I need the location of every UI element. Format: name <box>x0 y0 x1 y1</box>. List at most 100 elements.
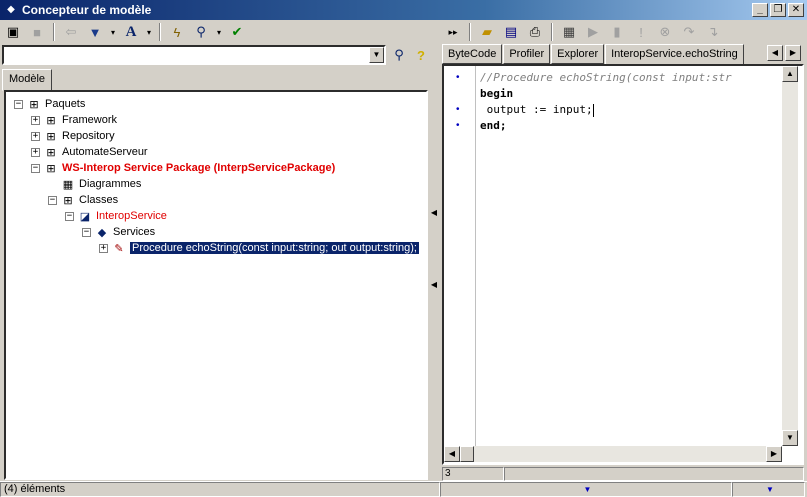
lightning-icon[interactable]: ϟ <box>166 22 188 42</box>
code-editor[interactable]: • • • //Procedure echoString(const input:s… <box>442 64 804 465</box>
collapse-icon[interactable]: − <box>14 99 23 109</box>
breakpoint-dot-icon[interactable]: • <box>456 121 462 131</box>
search-dropdown-icon[interactable]: ▾ <box>214 22 224 42</box>
compile-icon[interactable]: ▦ <box>558 22 580 42</box>
package-icon: ⊞ <box>46 130 56 143</box>
tab-interopservice-echostring[interactable]: InteropService.echoString <box>605 44 744 66</box>
editor-status-bar: 3 <box>442 467 804 481</box>
expand-icon[interactable]: ▸▸ <box>442 22 464 42</box>
search-icon[interactable]: ⚲ <box>190 22 212 42</box>
status-grip: ▼ <box>440 482 732 497</box>
code-line[interactable]: //Procedure echoString(const input:str <box>480 70 782 86</box>
scroll-up-icon[interactable]: ▲ <box>782 66 798 82</box>
package-icon: ⊞ <box>46 114 56 127</box>
run-icon[interactable]: ▶ <box>582 22 604 42</box>
tree-node-label: Diagrammes <box>79 178 142 190</box>
step-into-icon[interactable]: ↴ <box>702 22 724 42</box>
search-row: ▼ ⚲ ? <box>2 45 434 65</box>
tree-node[interactable]: + ✎ Procedure echoString(const input:strin… <box>99 240 419 256</box>
tree-node[interactable]: + ⊞ AutomateServeur <box>31 144 148 160</box>
font-icon[interactable]: A <box>120 22 142 42</box>
tree-node-label: WS-Interop Service Package (InterpServic… <box>62 162 336 174</box>
scroll-left-icon[interactable]: ◀ <box>444 446 460 462</box>
services-icon: ◆ <box>97 226 107 239</box>
code-text: end; <box>480 119 507 132</box>
expand-icon[interactable]: + <box>31 147 40 157</box>
tree-node-label: Repository <box>62 130 115 142</box>
filter-dropdown-icon[interactable]: ▾ <box>108 22 118 42</box>
check-icon[interactable]: ✔ <box>226 22 248 42</box>
tab-scroll-buttons: ◀ ▶ <box>767 45 801 61</box>
code-line[interactable]: output := input; <box>480 102 782 118</box>
scroll-down-icon[interactable]: ▼ <box>782 430 798 446</box>
save-icon[interactable]: ▤ <box>500 22 522 42</box>
close-button[interactable]: ✕ <box>788 3 804 17</box>
vertical-scrollbar[interactable]: ▲ ▼ <box>782 66 798 446</box>
toolbar-separator <box>53 23 55 41</box>
collapse-icon[interactable]: − <box>48 195 57 205</box>
exclamation-icon[interactable]: ! <box>630 22 652 42</box>
window-title: Concepteur de modèle <box>22 3 152 17</box>
toolbar-separator <box>469 23 471 41</box>
restore-button[interactable]: ❐ <box>770 3 786 17</box>
step-over-icon[interactable]: ↷ <box>678 22 700 42</box>
expand-icon[interactable]: + <box>31 115 40 125</box>
filter-icon[interactable]: ▼ <box>84 22 106 42</box>
cancel-icon[interactable]: ⊗ <box>654 22 676 42</box>
search-combo[interactable]: ▼ <box>2 45 386 65</box>
font-dropdown-icon[interactable]: ▾ <box>144 22 154 42</box>
tree-node[interactable]: + ⊞ Framework <box>31 112 117 128</box>
status-grip-2: ▼ <box>732 482 805 497</box>
stop-icon[interactable]: ■ <box>26 22 48 42</box>
scroll-right-icon[interactable]: ▶ <box>766 446 782 462</box>
tree-node[interactable]: − ◪ InteropService <box>65 208 167 224</box>
package-icon: ⊞ <box>46 146 56 159</box>
cursor-column <box>504 467 804 481</box>
windows-icon[interactable]: ▣ <box>2 22 24 42</box>
find-icon[interactable]: ⚲ <box>390 46 408 64</box>
help-bulb-icon[interactable]: ? <box>412 46 430 64</box>
collapse-right-icon[interactable]: ◀ <box>430 280 438 292</box>
status-items: (4) éléments <box>0 482 440 497</box>
title-bar: ◆ Concepteur de modèle _ ❐ ✕ <box>0 0 807 20</box>
breakpoint-gutter[interactable]: • • • <box>444 66 476 446</box>
method-icon: ✎ <box>114 242 124 255</box>
tab-modele[interactable]: Modèle <box>2 69 52 91</box>
horizontal-scrollbar[interactable]: ◀ ▶ <box>444 446 782 462</box>
tree-node[interactable]: − ⊞ Paquets <box>14 96 85 112</box>
tree-node[interactable]: − ◆ Services <box>82 224 155 240</box>
collapse-left-icon[interactable]: ◀ <box>430 208 438 220</box>
expand-icon[interactable]: + <box>99 243 108 253</box>
code-text: //Procedure echoString(const input:str <box>480 71 732 84</box>
tab-explorer[interactable]: Explorer <box>551 44 605 64</box>
tree-node[interactable]: ▦ Diagrammes <box>48 176 142 192</box>
back-arrow-icon[interactable]: ⇦ <box>60 22 82 42</box>
collapse-icon[interactable]: − <box>65 211 74 221</box>
code-line[interactable]: end; <box>480 118 782 134</box>
left-toolbar: ▣ ■ ⇦ ▼ ▾ A ▾ ϟ ⚲ ▾ ✔ <box>2 21 438 43</box>
tab-bytecode[interactable]: ByteCode <box>442 44 503 64</box>
code-line[interactable]: begin <box>480 86 782 102</box>
breakpoint-dot-icon[interactable]: • <box>456 73 462 83</box>
panel-splitter[interactable]: ◀ ◀ <box>430 208 438 298</box>
breakpoint-dot-icon[interactable]: • <box>456 105 462 115</box>
model-tree: − ⊞ Paquets + ⊞ Framework + ⊞ Repository + ⊞ Automa… <box>4 90 428 480</box>
collapse-icon[interactable]: − <box>82 227 91 237</box>
tree-node[interactable]: − ⊞ WS-Interop Service Package (InterpServ… <box>31 160 335 176</box>
tree-node[interactable]: + ⊞ Repository <box>31 128 115 144</box>
tree-node[interactable]: − ⊞ Classes <box>48 192 118 208</box>
chevron-down-icon[interactable]: ▼ <box>369 47 384 63</box>
tree-node-label: Procedure echoString(const input:string;… <box>130 242 419 254</box>
collapse-icon[interactable]: − <box>31 163 40 173</box>
print-icon[interactable]: ⎙ <box>524 22 546 42</box>
tab-profiler[interactable]: Profiler <box>503 44 551 64</box>
code-area[interactable]: //Procedure echoString(const input:str be… <box>480 70 782 134</box>
tab-scroll-left-icon[interactable]: ◀ <box>767 45 783 61</box>
step-icon[interactable]: ▮ <box>606 22 628 42</box>
expand-icon[interactable]: + <box>31 131 40 141</box>
minimize-button[interactable]: _ <box>752 3 768 17</box>
package-icon: ⊞ <box>29 98 39 111</box>
tab-scroll-right-icon[interactable]: ▶ <box>785 45 801 61</box>
scroll-thumb[interactable] <box>460 446 474 462</box>
open-folder-icon[interactable]: ▰ <box>476 22 498 42</box>
